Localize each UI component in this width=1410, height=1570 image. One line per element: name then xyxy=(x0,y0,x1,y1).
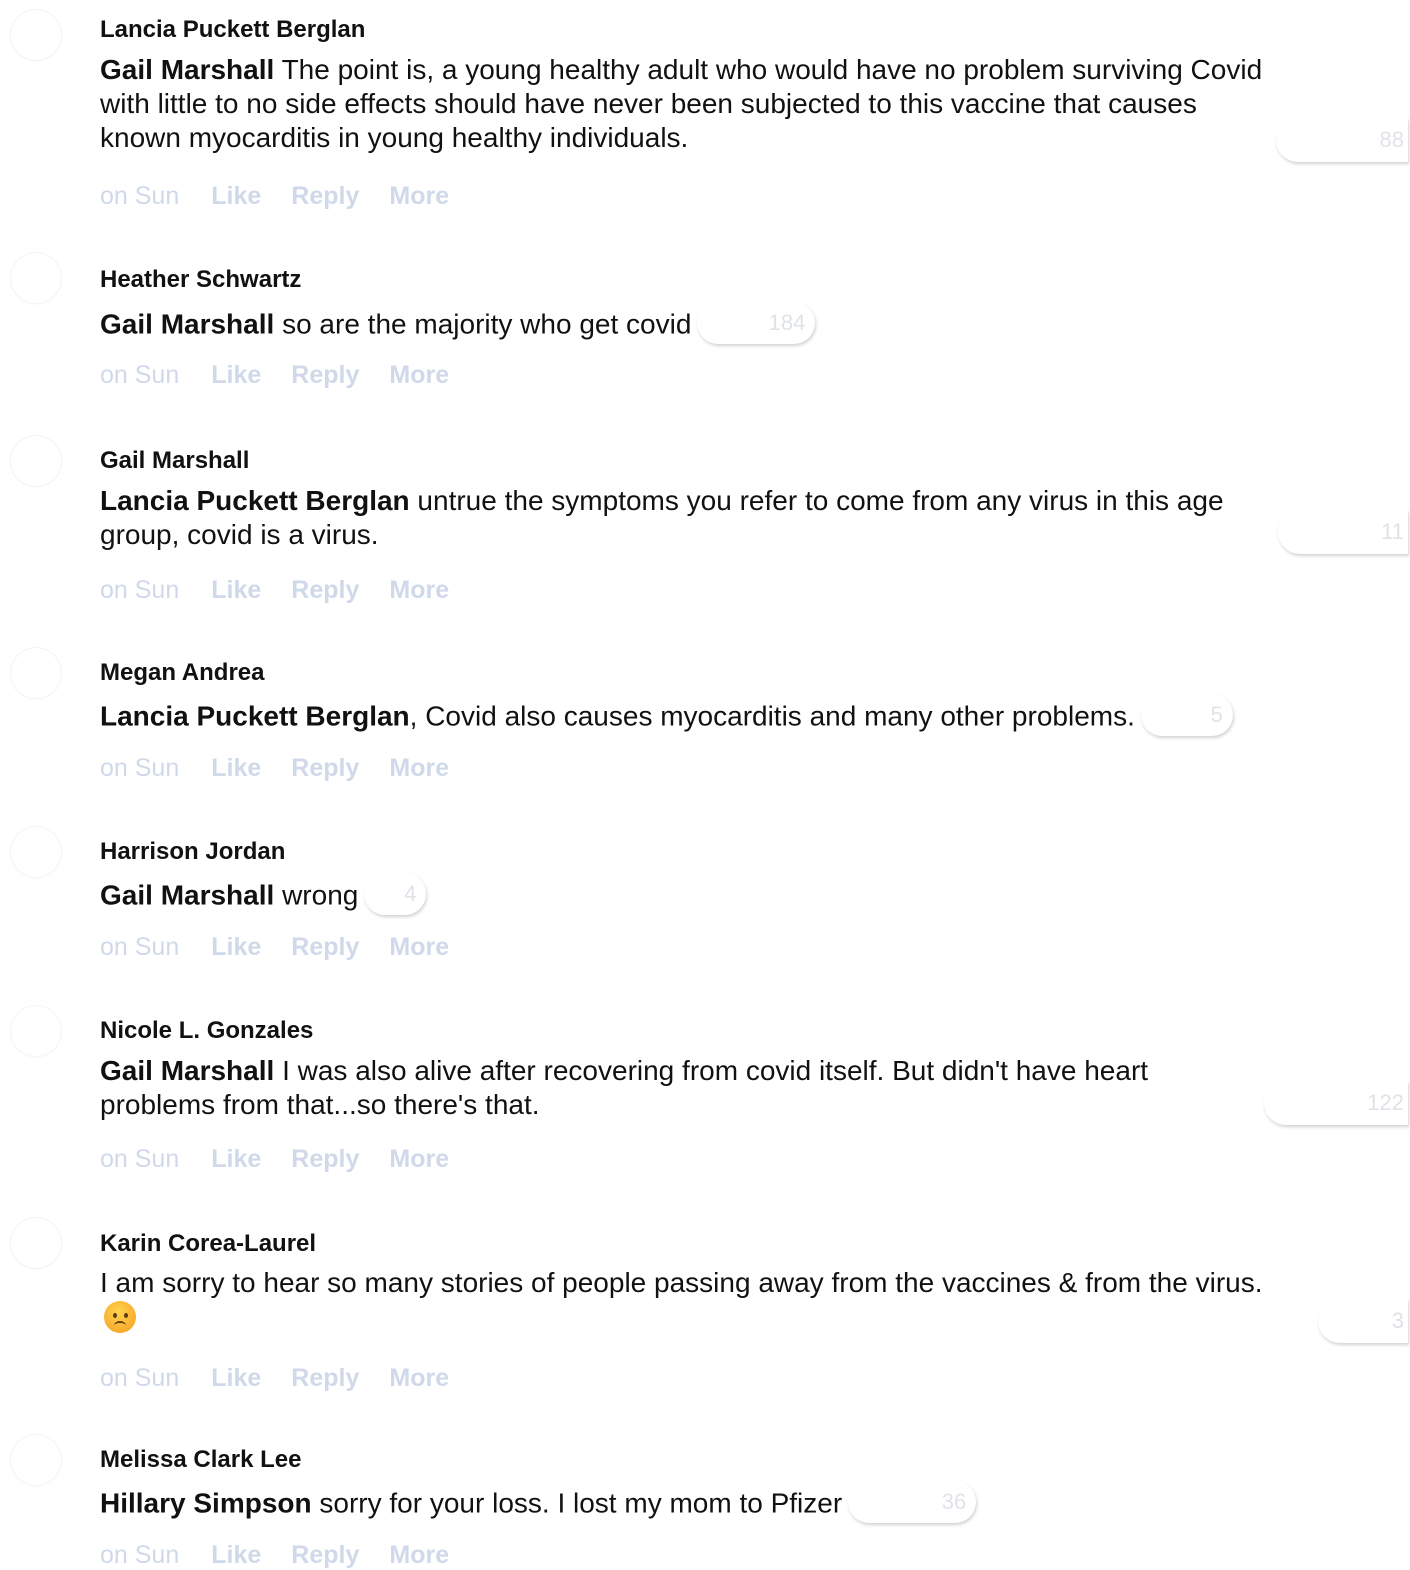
comment-timestamp[interactable]: on Sun xyxy=(100,754,179,782)
mention-link[interactable]: Gail Marshall xyxy=(100,879,274,910)
reaction-count[interactable]: 3 xyxy=(1318,1299,1408,1343)
comment-body-text: sorry for your loss. I lost my mom to Pf… xyxy=(311,1487,843,1519)
avatar[interactable] xyxy=(11,1218,61,1268)
comment-timestamp[interactable]: on Sun xyxy=(100,1541,179,1569)
more-button[interactable]: More xyxy=(389,182,449,210)
reply-button[interactable]: Reply xyxy=(291,576,359,604)
comment-timestamp[interactable]: on Sun xyxy=(100,182,179,210)
like-button[interactable]: Like xyxy=(211,1145,261,1173)
comment-text: Gail Marshall I was also alive after rec… xyxy=(100,1054,1265,1122)
reply-button[interactable]: Reply xyxy=(291,182,359,210)
like-button[interactable]: Like xyxy=(211,361,261,389)
comment-text: Lancia Puckett Berglan untrue the sympto… xyxy=(100,484,1265,552)
avatar[interactable] xyxy=(11,436,61,486)
comment-author[interactable]: Melissa Clark Lee xyxy=(100,1446,301,1474)
comment-actions: on Sun Like Reply More xyxy=(100,1541,479,1570)
comment-body-text: wrong xyxy=(274,879,359,911)
reaction-count[interactable]: 11 xyxy=(1278,510,1408,554)
comment-text: Gail Marshall so are the majority who ge… xyxy=(100,302,1265,347)
comment-timestamp[interactable]: on Sun xyxy=(100,1145,179,1173)
comment-author[interactable]: Heather Schwartz xyxy=(100,266,301,294)
more-button[interactable]: More xyxy=(389,361,449,389)
comment-timestamp[interactable]: on Sun xyxy=(100,933,179,961)
avatar[interactable] xyxy=(11,1006,61,1056)
comment-author[interactable]: Gail Marshall xyxy=(100,447,249,475)
reaction-count[interactable]: 4 xyxy=(364,873,427,915)
comment-text: Lancia Puckett Berglan, Covid also cause… xyxy=(100,694,1265,739)
more-button[interactable]: More xyxy=(389,1364,449,1392)
avatar[interactable] xyxy=(11,648,61,698)
comment-timestamp[interactable]: on Sun xyxy=(100,1364,179,1392)
like-button[interactable]: Like xyxy=(211,1541,261,1569)
comment-author[interactable]: Karin Corea-Laurel xyxy=(100,1230,316,1258)
reply-button[interactable]: Reply xyxy=(291,754,359,782)
comment-author[interactable]: Nicole L. Gonzales xyxy=(100,1017,313,1045)
reply-button[interactable]: Reply xyxy=(291,1145,359,1173)
mention-link[interactable]: Gail Marshall xyxy=(100,1055,274,1086)
mention-link[interactable]: Gail Marshall xyxy=(100,308,274,339)
comment-body-text: so are the majority who get covid xyxy=(274,308,692,340)
comment-author[interactable]: Megan Andrea xyxy=(100,659,264,687)
reply-button[interactable]: Reply xyxy=(291,933,359,961)
comment-actions: on Sun Like Reply More xyxy=(100,933,479,962)
comment-body-text: , Covid also causes myocarditis and many… xyxy=(409,700,1135,732)
comment-text: I am sorry to hear so many stories of pe… xyxy=(100,1266,1265,1335)
comment-actions: on Sun Like Reply More xyxy=(100,576,479,605)
comment-text: Gail Marshall wrong 4 xyxy=(100,873,1265,918)
mention-link[interactable]: Lancia Puckett Berglan xyxy=(100,700,410,731)
comment-author[interactable]: Harrison Jordan xyxy=(100,838,285,866)
comment-author[interactable]: Lancia Puckett Berglan xyxy=(100,16,365,44)
more-button[interactable]: More xyxy=(389,576,449,604)
comment-text: Gail Marshall The point is, a young heal… xyxy=(100,53,1265,155)
comment-actions: on Sun Like Reply More xyxy=(100,1364,479,1393)
comment-actions: on Sun Like Reply More xyxy=(100,182,479,211)
comment-body-text: I am sorry to hear so many stories of pe… xyxy=(100,1267,1263,1298)
comment-actions: on Sun Like Reply More xyxy=(100,754,479,783)
comment-body-text: The point is, a young healthy adult who … xyxy=(100,54,1263,153)
like-button[interactable]: Like xyxy=(211,576,261,604)
comment-timestamp[interactable]: on Sun xyxy=(100,576,179,604)
mention-link[interactable]: Hillary Simpson xyxy=(100,1487,312,1518)
comment-actions: on Sun Like Reply More xyxy=(100,1145,479,1174)
like-button[interactable]: Like xyxy=(211,1364,261,1392)
avatar[interactable] xyxy=(11,1435,61,1485)
reaction-count[interactable]: 88 xyxy=(1276,118,1408,162)
like-button[interactable]: Like xyxy=(211,933,261,961)
like-button[interactable]: Like xyxy=(211,182,261,210)
sad-face-emoji-icon xyxy=(104,1300,136,1333)
reaction-count[interactable]: 5 xyxy=(1140,694,1233,736)
mention-link[interactable]: Gail Marshall xyxy=(100,54,274,85)
reply-button[interactable]: Reply xyxy=(291,1364,359,1392)
more-button[interactable]: More xyxy=(389,1145,449,1173)
comment-timestamp[interactable]: on Sun xyxy=(100,361,179,389)
reply-button[interactable]: Reply xyxy=(291,361,359,389)
reaction-count[interactable]: 36 xyxy=(848,1481,977,1523)
comment-text: Hillary Simpson sorry for your loss. I l… xyxy=(100,1481,1265,1526)
reaction-count[interactable]: 184 xyxy=(697,302,816,344)
mention-link[interactable]: Lancia Puckett Berglan xyxy=(100,485,410,516)
avatar[interactable] xyxy=(11,10,61,60)
more-button[interactable]: More xyxy=(389,1541,449,1569)
reaction-count[interactable]: 122 xyxy=(1264,1081,1408,1125)
like-button[interactable]: Like xyxy=(211,754,261,782)
avatar[interactable] xyxy=(11,253,61,303)
comment-actions: on Sun Like Reply More xyxy=(100,361,479,390)
more-button[interactable]: More xyxy=(389,754,449,782)
reply-button[interactable]: Reply xyxy=(291,1541,359,1569)
avatar[interactable] xyxy=(11,827,61,877)
more-button[interactable]: More xyxy=(389,933,449,961)
